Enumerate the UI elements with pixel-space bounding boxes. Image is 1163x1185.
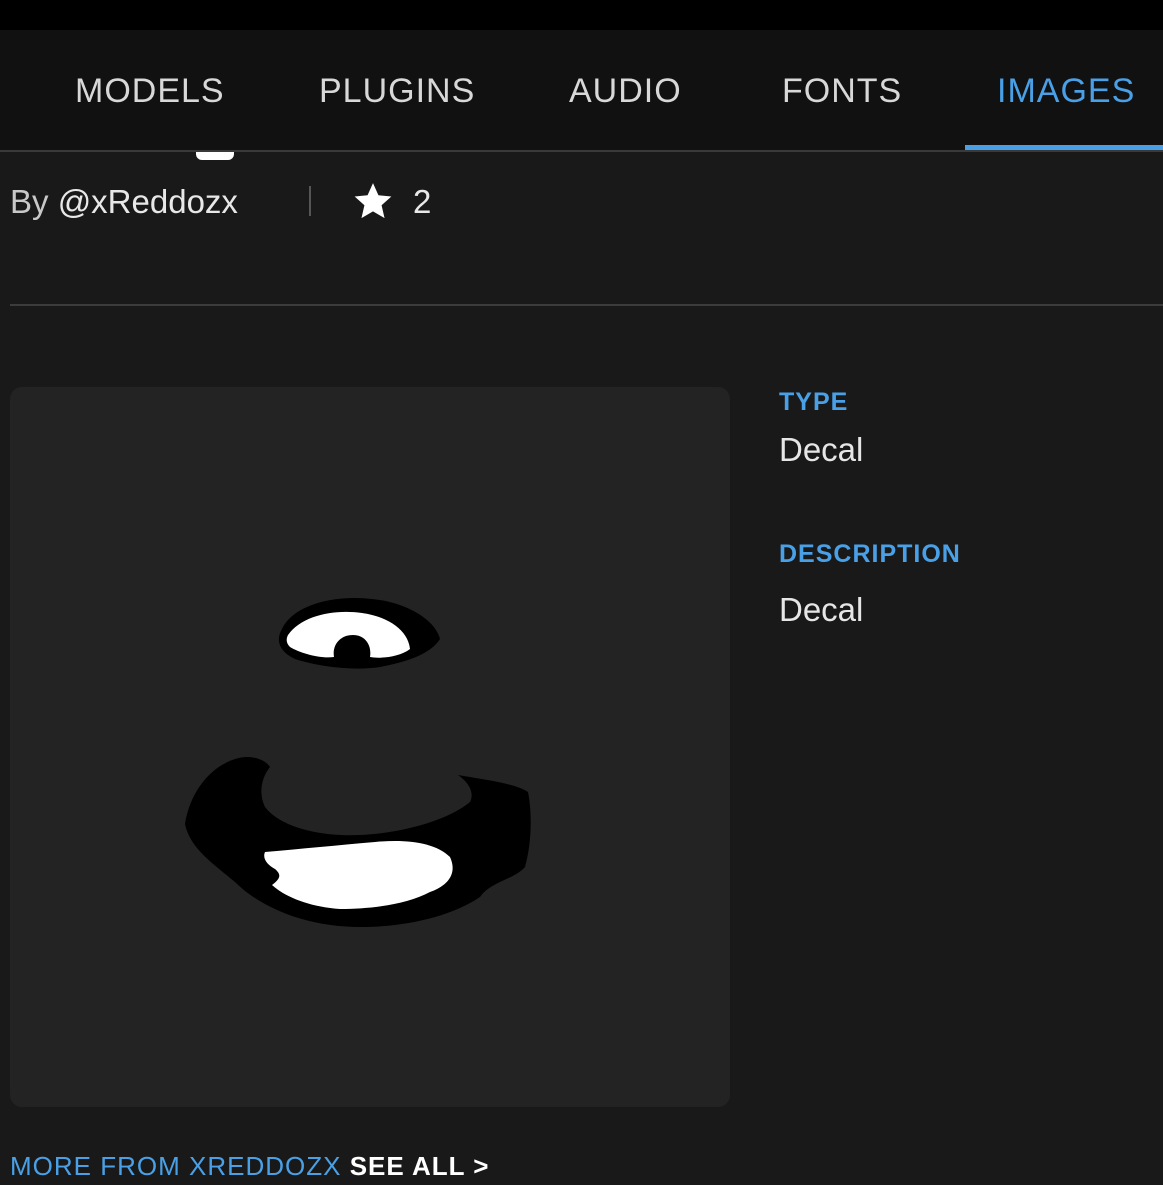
more-from-creator-header: MORE FROM XREDDOZX SEE ALL > bbox=[10, 1151, 489, 1182]
tab-fonts[interactable]: FONTS bbox=[782, 30, 902, 150]
section-divider bbox=[10, 304, 1163, 306]
tab-audio[interactable]: AUDIO bbox=[569, 30, 682, 150]
see-all-link[interactable]: SEE ALL > bbox=[350, 1151, 490, 1181]
creator-link[interactable]: @xReddozx bbox=[58, 183, 238, 220]
byline-separator bbox=[309, 186, 311, 216]
decal-face-graphic bbox=[185, 597, 531, 927]
tab-models[interactable]: MODELS bbox=[75, 30, 225, 150]
asset-title-clipped bbox=[196, 152, 234, 160]
active-tab-indicator bbox=[965, 145, 1163, 150]
tab-plugins[interactable]: PLUGINS bbox=[319, 30, 475, 150]
star-icon[interactable] bbox=[352, 180, 394, 222]
status-bar bbox=[0, 0, 1163, 30]
more-from-label: MORE FROM XREDDOZX bbox=[10, 1151, 342, 1181]
favorite-count: 2 bbox=[413, 183, 432, 220]
type-value: Decal bbox=[779, 431, 864, 468]
asset-preview-image bbox=[10, 387, 730, 1107]
description-value: Decal bbox=[779, 591, 864, 628]
byline: By @xReddozx bbox=[10, 178, 238, 226]
by-prefix: By bbox=[10, 183, 49, 220]
description-label: DESCRIPTION bbox=[779, 540, 961, 568]
tab-images[interactable]: IMAGES bbox=[997, 30, 1135, 150]
type-label: TYPE bbox=[779, 388, 849, 416]
category-tab-bar: MODELS PLUGINS AUDIO FONTS IMAGES bbox=[0, 30, 1163, 152]
